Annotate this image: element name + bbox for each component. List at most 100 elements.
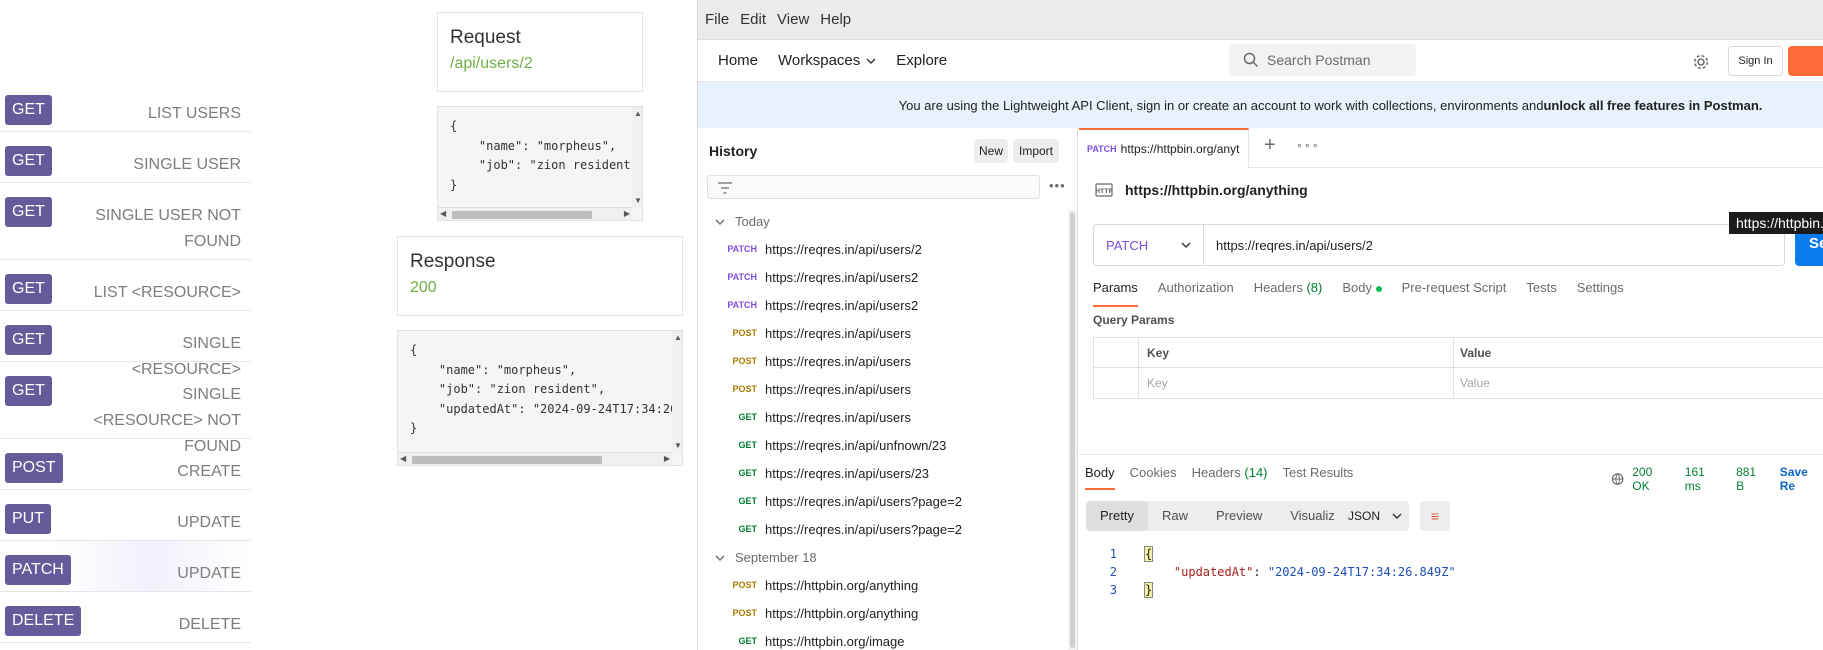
create-account-button[interactable]	[1788, 46, 1823, 76]
history-item-method: GET	[738, 440, 757, 450]
menu-view[interactable]: View	[777, 11, 809, 28]
response-size[interactable]: 881 B	[1736, 465, 1766, 493]
col-value: Value	[1460, 345, 1492, 360]
value-input[interactable]: Value	[1454, 368, 1823, 398]
method-badge: GET	[5, 325, 52, 355]
history-group-today[interactable]: Today	[715, 214, 770, 229]
endpoint-item[interactable]: PATCH UPDATE	[0, 541, 251, 592]
endpoint-item[interactable]: GET SINGLE USER NOT FOUND	[0, 183, 251, 260]
nav-explore[interactable]: Explore	[896, 52, 947, 69]
tab-authorization[interactable]: Authorization	[1158, 280, 1234, 307]
endpoint-item[interactable]: GET SINGLE <RESOURCE>	[0, 311, 251, 378]
tab-headers[interactable]: Headers (8)	[1254, 280, 1323, 307]
history-item[interactable]: GET https://reqres.in/api/users/23	[698, 459, 1063, 487]
request-tab[interactable]: PATCH https://httpbin.org/anyt	[1079, 128, 1249, 168]
history-item[interactable]: PATCH https://reqres.in/api/users2	[698, 291, 1063, 319]
response-title: Response	[410, 251, 496, 272]
endpoint-item[interactable]: POST CREATE	[0, 439, 251, 490]
history-item-method: GET	[738, 496, 757, 506]
history-item[interactable]: GET https://reqres.in/api/users?page=2	[698, 515, 1063, 543]
key-input[interactable]: Key	[1139, 368, 1454, 398]
endpoint-item[interactable]: PUT UPDATE	[0, 490, 251, 541]
history-item-url: https://httpbin.org/anything	[765, 605, 919, 621]
history-scrollbar[interactable]	[1068, 210, 1077, 650]
search-input[interactable]: Search Postman	[1229, 44, 1416, 76]
response-status[interactable]: 200 OK	[1632, 465, 1671, 493]
resp-tab-headers[interactable]: Headers (14)	[1192, 465, 1268, 490]
history-item-method: GET	[738, 524, 757, 534]
history-item[interactable]: GET https://reqres.in/api/users?page=2	[698, 487, 1063, 515]
history-item[interactable]: GET https://httpbin.org/image	[698, 627, 1063, 650]
new-button[interactable]: New	[974, 139, 1008, 163]
view-preview[interactable]: Preview	[1202, 501, 1276, 531]
tab-params[interactable]: Params	[1093, 280, 1138, 307]
history-item[interactable]: PATCH https://reqres.in/api/users2	[698, 263, 1063, 291]
history-item[interactable]: POST https://httpbin.org/anything	[698, 599, 1063, 627]
response-time[interactable]: 161 ms	[1685, 465, 1722, 493]
code-line: 2 "updatedAt": "2024-09-24T17:34:26.849Z…	[1109, 565, 1456, 579]
history-item-method: POST	[732, 384, 757, 394]
history-item[interactable]: POST https://reqres.in/api/users	[698, 347, 1063, 375]
tab-tests[interactable]: Tests	[1526, 280, 1556, 307]
menu-help[interactable]: Help	[820, 11, 851, 28]
gear-icon[interactable]	[1693, 54, 1709, 70]
endpoint-label: SINGLE USER	[133, 156, 241, 173]
tab-settings[interactable]: Settings	[1577, 280, 1624, 307]
history-item[interactable]: POST https://reqres.in/api/users	[698, 375, 1063, 403]
more-options-icon[interactable]: •••	[1049, 178, 1066, 193]
tab-url: https://httpbin.org/anyt	[1120, 142, 1240, 156]
history-filter-input[interactable]	[707, 175, 1040, 199]
history-item[interactable]: POST https://reqres.in/api/users	[698, 319, 1063, 347]
response-body: { "name": "morpheus", "job": "zion resid…	[410, 343, 682, 435]
response-body-hscroll[interactable]: ◀ ▶	[398, 452, 672, 465]
history-item[interactable]: PATCH https://reqres.in/api/users/2	[698, 235, 1063, 263]
menu-edit[interactable]: Edit	[740, 11, 766, 28]
resp-tab-cookies[interactable]: Cookies	[1130, 465, 1177, 490]
url-tooltip: https://httpbin.org/anything	[1729, 212, 1823, 234]
tab-body[interactable]: Body	[1342, 280, 1382, 307]
request-body: { "name": "morpheus", "job": "zion resid…	[450, 119, 638, 192]
nav-home[interactable]: Home	[718, 52, 758, 69]
view-pretty[interactable]: Pretty	[1086, 501, 1148, 531]
history-item[interactable]: POST https://httpbin.org/anything	[698, 571, 1063, 599]
menu-file[interactable]: File	[705, 11, 729, 28]
endpoint-item[interactable]: GET SINGLE <RESOURCE> NOT FOUND	[0, 362, 251, 455]
method-badge: GET	[5, 376, 52, 406]
top-nav: Home Workspaces Explore Search Postman S…	[698, 40, 1823, 82]
request-area: PATCH https://httpbin.org/anyt + ∘∘∘ HTT…	[1079, 128, 1823, 650]
endpoint-item[interactable]: GET LIST <RESOURCE>	[0, 260, 251, 311]
tab-pre-request-script[interactable]: Pre-request Script	[1402, 280, 1507, 307]
globe-icon[interactable]	[1611, 472, 1624, 486]
history-item[interactable]: GET https://reqres.in/api/unfnown/23	[698, 431, 1063, 459]
history-item-url: https://reqres.in/api/users/2	[765, 241, 922, 257]
format-value: JSON	[1348, 509, 1381, 523]
history-item-method: POST	[732, 328, 757, 338]
new-tab-icon[interactable]: +	[1264, 134, 1276, 157]
history-item[interactable]: GET https://reqres.in/api/users	[698, 403, 1063, 431]
endpoint-item[interactable]: GET LIST USERS	[0, 81, 251, 132]
endpoint-label: SINGLE USER NOT FOUND	[95, 207, 241, 250]
response-body-vscroll[interactable]: ▲ ▼	[672, 331, 682, 452]
save-response-button[interactable]: Save Re	[1780, 465, 1823, 493]
endpoint-item[interactable]: DELETE DELETE	[0, 592, 251, 643]
request-body-vscroll[interactable]: ▲ ▼	[632, 107, 642, 207]
resp-tab-test-results[interactable]: Test Results	[1283, 465, 1354, 490]
code-line: 3}	[1109, 582, 1154, 598]
view-raw[interactable]: Raw	[1148, 501, 1202, 531]
wrap-lines-icon[interactable]: ≡	[1420, 501, 1450, 531]
import-button[interactable]: Import	[1013, 139, 1059, 163]
col-key: Key	[1139, 338, 1454, 367]
sign-in-button[interactable]: Sign In	[1728, 46, 1783, 76]
history-item-method: GET	[738, 412, 757, 422]
method-badge: PATCH	[5, 555, 71, 585]
endpoint-item[interactable]: GET SINGLE USER	[0, 132, 251, 183]
nav-workspaces[interactable]: Workspaces	[778, 52, 876, 69]
view-mode-selector: Pretty Raw Preview Visualize	[1086, 501, 1357, 531]
tab-options-icon[interactable]: ∘∘∘	[1296, 139, 1320, 152]
format-select[interactable]: JSON	[1334, 501, 1409, 531]
request-body-hscroll[interactable]: ◀ ▶	[438, 207, 632, 220]
url-input[interactable]: https://reqres.in/api/users/2	[1204, 238, 1373, 253]
method-select[interactable]: PATCH	[1094, 225, 1204, 265]
resp-tab-body[interactable]: Body	[1085, 465, 1115, 490]
history-group-september[interactable]: September 18	[715, 550, 817, 565]
